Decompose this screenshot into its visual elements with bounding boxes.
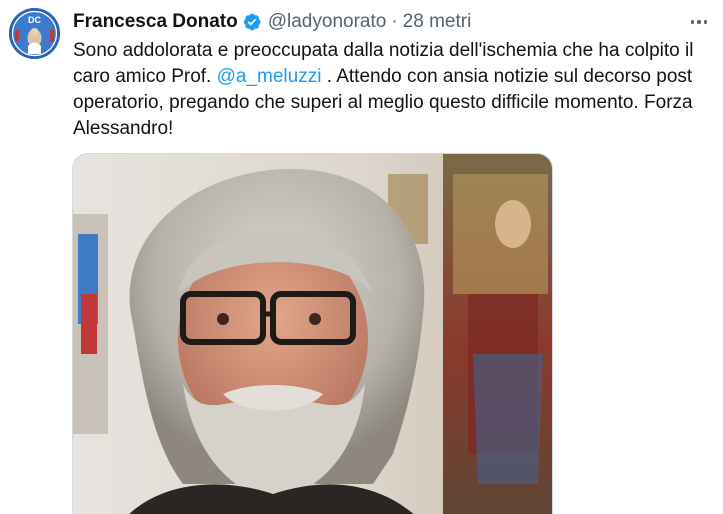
tweet-text: Sono addolorata e preoccupata dalla noti… — [73, 38, 713, 142]
more-dot — [703, 20, 708, 24]
mention-link[interactable]: @a_meluzzi — [217, 66, 322, 87]
separator-dot: · — [391, 11, 398, 32]
tweet-timestamp[interactable]: 28 metri — [403, 11, 472, 33]
author-handle[interactable]: @ladyonorato — [268, 11, 387, 33]
more-dot — [697, 20, 701, 24]
tweet[interactable]: DC Francesca Donato @ladyonorato · 28 me… — [0, 0, 723, 514]
party-logo-image: DC — [9, 8, 60, 59]
avatar[interactable]: DC — [9, 8, 60, 59]
portrait-photo — [73, 154, 552, 514]
tweet-media-photo[interactable] — [72, 153, 553, 514]
author-name[interactable]: Francesca Donato — [73, 11, 238, 33]
svg-text:DC: DC — [28, 15, 41, 25]
verified-badge-icon[interactable] — [242, 12, 262, 32]
more-options-icon[interactable] — [687, 12, 711, 32]
tweet-header: Francesca Donato @ladyonorato · 28 metri — [73, 8, 711, 36]
more-dot — [690, 20, 695, 24]
tweet-content: Francesca Donato @ladyonorato · 28 metri… — [73, 8, 711, 142]
